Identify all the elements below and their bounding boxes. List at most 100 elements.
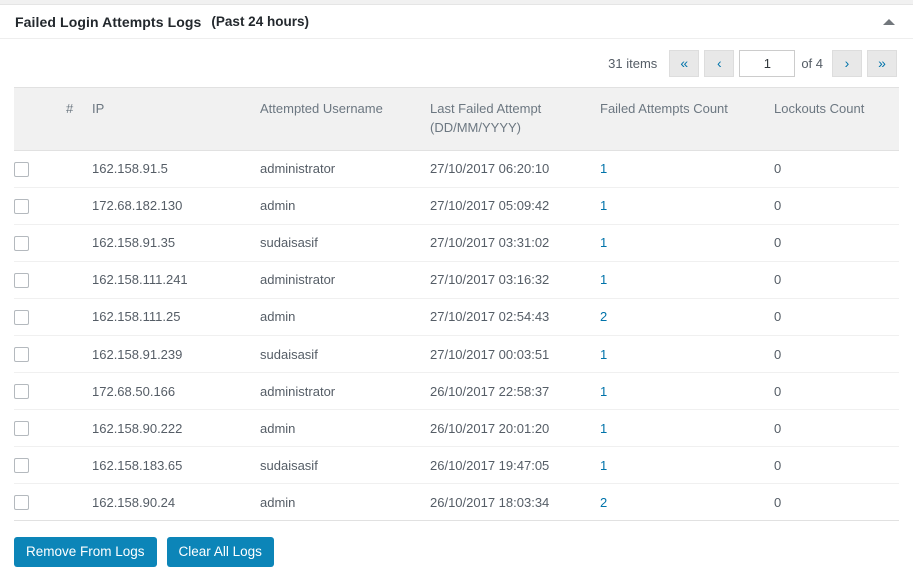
row-failed-attempts-link[interactable]: 2 xyxy=(600,495,607,510)
row-checkbox-cell xyxy=(14,224,66,262)
row-failed-attempts-cell: 2 xyxy=(600,298,774,337)
row-failed-attempts-cell: 1 xyxy=(600,446,774,485)
row-number-cell xyxy=(66,446,92,485)
items-count-label: 31 items xyxy=(608,55,658,71)
row-failed-attempts-link[interactable]: 2 xyxy=(600,309,607,324)
footer-actions: Remove From Logs Clear All Logs xyxy=(0,521,913,567)
row-checkbox-cell xyxy=(14,261,66,299)
row-ip: 162.158.91.239 xyxy=(92,335,260,374)
row-checkbox[interactable] xyxy=(14,495,29,511)
row-checkbox[interactable] xyxy=(14,458,29,474)
row-failed-attempts-link[interactable]: 1 xyxy=(600,272,607,287)
next-page-button[interactable]: › xyxy=(832,49,862,77)
row-username: sudaisasif xyxy=(260,224,430,262)
column-last-failed-attempt-line2: (DD/MM/YYYY) xyxy=(430,119,521,135)
row-failed-attempts-link[interactable]: 1 xyxy=(600,198,607,213)
table-row: 162.158.91.35 sudaisasif 27/10/2017 03:31:… xyxy=(14,224,899,262)
row-number-cell xyxy=(66,372,92,411)
row-number-cell xyxy=(66,224,92,262)
row-ip: 172.68.50.166 xyxy=(92,372,260,411)
row-lockouts-count: 0 xyxy=(774,409,899,448)
row-username: admin xyxy=(260,483,430,522)
row-last-failed-attempt: 26/10/2017 19:47:05 xyxy=(430,446,600,485)
row-ip: 172.68.182.130 xyxy=(92,187,260,225)
row-failed-attempts-link[interactable]: 1 xyxy=(600,347,607,362)
row-checkbox[interactable] xyxy=(14,198,29,214)
last-page-button[interactable]: » xyxy=(867,49,897,77)
row-username: administrator xyxy=(260,372,430,411)
column-lockouts-count: Lockouts Count xyxy=(774,87,899,151)
row-checkbox-cell xyxy=(14,298,66,337)
row-number-cell xyxy=(66,298,92,337)
row-lockouts-count: 0 xyxy=(774,298,899,337)
table-row: 172.68.182.130 admin 27/10/2017 05:09:42 1 0 xyxy=(14,187,899,225)
first-page-button[interactable]: « xyxy=(669,49,700,77)
panel-header: Failed Login Attempts Logs (Past 24 hour… xyxy=(0,5,913,39)
table-row: 162.158.111.241 administrator 27/10/2017 0… xyxy=(14,261,899,299)
row-failed-attempts-cell: 2 xyxy=(600,483,774,522)
column-failed-attempts-count: Failed Attempts Count xyxy=(600,87,774,151)
page-title: Failed Login Attempts Logs xyxy=(15,13,202,30)
row-lockouts-count: 0 xyxy=(774,372,899,411)
row-ip: 162.158.183.65 xyxy=(92,446,260,485)
row-last-failed-attempt: 26/10/2017 20:01:20 xyxy=(430,409,600,448)
row-checkbox[interactable] xyxy=(14,310,29,325)
row-username: admin xyxy=(260,187,430,225)
table-header-row: # IP Attempted Username Last Failed Atte… xyxy=(14,87,899,151)
row-failed-attempts-link[interactable]: 1 xyxy=(600,384,607,399)
column-select-all xyxy=(14,87,66,151)
row-lockouts-count: 0 xyxy=(774,224,899,262)
row-failed-attempts-cell: 1 xyxy=(600,261,774,299)
row-checkbox[interactable] xyxy=(14,347,29,363)
row-username: sudaisasif xyxy=(260,446,430,485)
row-failed-attempts-cell: 1 xyxy=(600,187,774,225)
row-checkbox-cell xyxy=(14,187,66,225)
row-checkbox-cell xyxy=(14,483,66,522)
row-checkbox-cell xyxy=(14,372,66,411)
row-last-failed-attempt: 27/10/2017 03:31:02 xyxy=(430,224,600,262)
row-checkbox-cell xyxy=(14,150,66,188)
row-failed-attempts-link[interactable]: 1 xyxy=(600,161,607,176)
row-checkbox[interactable] xyxy=(14,235,29,251)
table-header: # IP Attempted Username Last Failed Atte… xyxy=(14,87,899,151)
row-failed-attempts-link[interactable]: 1 xyxy=(600,421,607,436)
row-ip: 162.158.111.241 xyxy=(92,261,260,299)
prev-page-button[interactable]: ‹ xyxy=(704,49,735,77)
row-ip: 162.158.111.25 xyxy=(92,298,260,337)
row-failed-attempts-link[interactable]: 1 xyxy=(600,458,607,473)
table-row: 162.158.91.239 sudaisasif 27/10/2017 00:03… xyxy=(14,335,899,374)
remove-from-logs-button[interactable]: Remove From Logs xyxy=(14,537,157,567)
row-ip: 162.158.90.222 xyxy=(92,409,260,448)
row-number-cell xyxy=(66,187,92,225)
failed-logins-table: # IP Attempted Username Last Failed Atte… xyxy=(14,87,899,522)
column-username: Attempted Username xyxy=(260,87,430,151)
current-page-input[interactable] xyxy=(739,49,796,77)
row-lockouts-count: 0 xyxy=(774,483,899,522)
table-row: 162.158.91.5 administrator 27/10/2017 06:2… xyxy=(14,150,899,188)
table-row: 162.158.90.24 admin 26/10/2017 18:03:34 2 0 xyxy=(14,483,899,522)
row-lockouts-count: 0 xyxy=(774,446,899,485)
row-failed-attempts-cell: 1 xyxy=(600,372,774,411)
row-failed-attempts-link[interactable]: 1 xyxy=(600,235,607,250)
table-row: 162.158.183.65 sudaisasif 26/10/2017 19:47… xyxy=(14,446,899,485)
row-checkbox[interactable] xyxy=(14,421,29,437)
row-username: admin xyxy=(260,409,430,448)
clear-all-logs-button[interactable]: Clear All Logs xyxy=(166,537,274,567)
row-last-failed-attempt: 27/10/2017 06:20:10 xyxy=(430,150,600,188)
row-lockouts-count: 0 xyxy=(774,150,899,188)
row-lockouts-count: 0 xyxy=(774,187,899,225)
row-checkbox-cell xyxy=(14,335,66,374)
row-checkbox[interactable] xyxy=(14,272,29,288)
pagination-bar: 31 items « ‹ of 4 › » xyxy=(14,39,899,87)
chevron-up-icon[interactable] xyxy=(883,18,895,25)
column-last-failed-attempt: Last Failed Attempt (DD/MM/YYYY) xyxy=(430,87,600,151)
row-checkbox[interactable] xyxy=(14,384,29,400)
column-last-failed-attempt-line1: Last Failed Attempt xyxy=(430,101,542,116)
row-lockouts-count: 0 xyxy=(774,335,899,374)
total-pages-label: of 4 xyxy=(801,55,823,71)
row-last-failed-attempt: 27/10/2017 05:09:42 xyxy=(430,187,600,225)
row-checkbox[interactable] xyxy=(14,161,29,177)
row-lockouts-count: 0 xyxy=(774,261,899,299)
table-row: 162.158.111.25 admin 27/10/2017 02:54:43 2 0 xyxy=(14,298,899,337)
table-row: 162.158.90.222 admin 26/10/2017 20:01:20 1 0 xyxy=(14,409,899,448)
